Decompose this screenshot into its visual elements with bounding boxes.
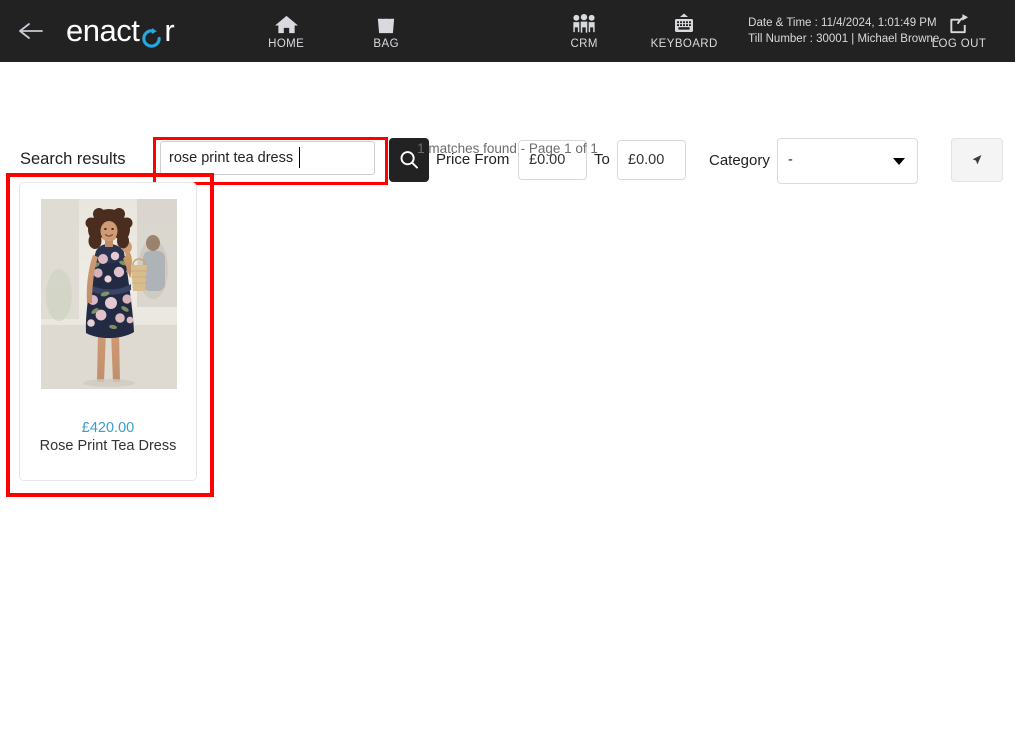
people-icon (573, 13, 595, 33)
logo-text-before: enact (66, 13, 140, 48)
nav-item-bag[interactable]: BAG (336, 0, 436, 62)
nav-label-keyboard: KEYBOARD (650, 38, 718, 50)
keyboard-icon (675, 13, 694, 32)
app-header: enact r HOME BAG CRM KEYBOARD Date & Tim… (0, 0, 1015, 62)
product-card[interactable]: £420.00 Rose Print Tea Dress (19, 182, 197, 481)
product-price: £420.00 (81, 420, 135, 436)
arrow-left-icon (19, 23, 43, 39)
nav-label-logout: LOG OUT (931, 37, 987, 50)
logout-icon (950, 13, 969, 33)
product-image (41, 199, 177, 389)
logo-text-after: r (164, 13, 175, 48)
bag-icon (378, 12, 395, 33)
results-summary: 1 matches found - Page 1 of 1 (417, 141, 598, 156)
logo-refresh-o-icon (140, 22, 163, 48)
nav-item-logout[interactable]: LOG OUT (909, 0, 1009, 62)
nav-item-keyboard[interactable]: KEYBOARD (634, 0, 734, 62)
nav-label-crm: CRM (570, 37, 598, 50)
nav-item-home[interactable]: HOME (236, 0, 336, 62)
chevron-down-icon (893, 158, 905, 165)
nav-label-bag: BAG (373, 37, 399, 50)
nav-label-home: HOME (268, 37, 305, 50)
search-filter-bar: Search results Price From To Category - (0, 62, 1015, 185)
product-name: Rose Print Tea Dress (39, 438, 177, 454)
home-icon (274, 15, 298, 33)
back-button[interactable] (0, 0, 62, 62)
enactor-logo: enact r (66, 0, 175, 62)
nav-item-crm[interactable]: CRM (534, 0, 634, 62)
